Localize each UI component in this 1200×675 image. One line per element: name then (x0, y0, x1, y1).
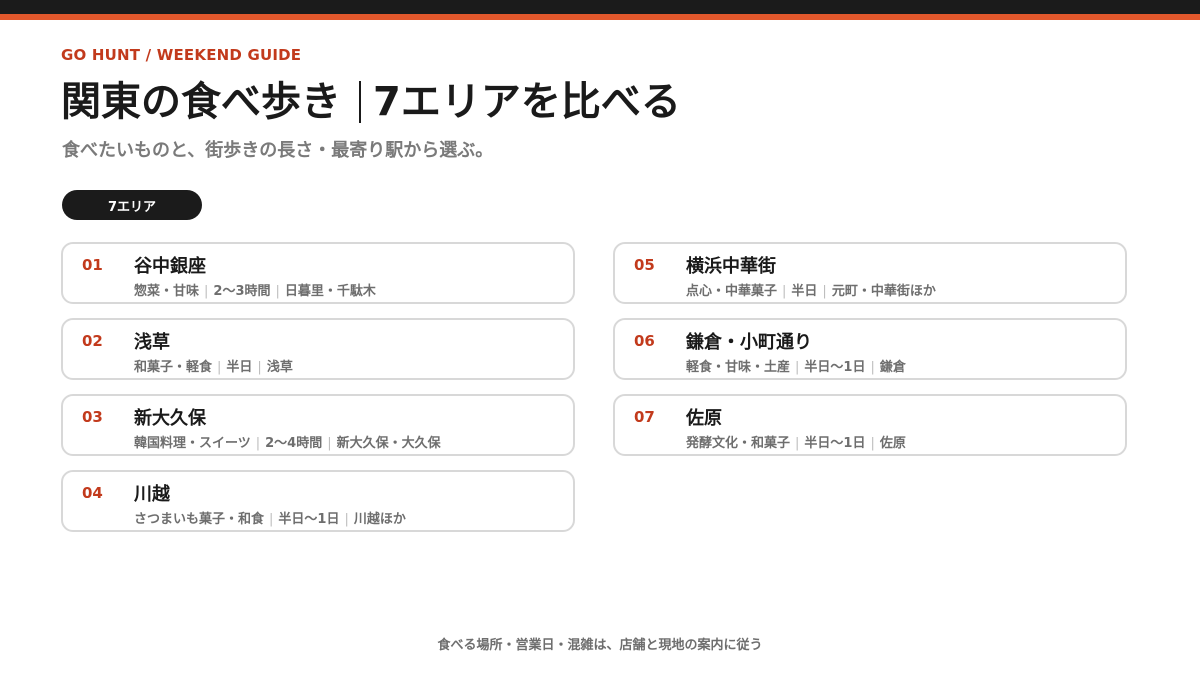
meta-separator: | (327, 436, 332, 451)
area-number: 03 (82, 408, 103, 426)
area-card-03[interactable]: 03 新大久保 韓国料理・スイーツ | 2〜4時間 | 新大久保・大久保 (61, 394, 575, 456)
top-bar (0, 0, 1200, 14)
area-duration: 半日〜1日 (278, 512, 340, 527)
area-name: 鎌倉・小町通り (686, 332, 812, 353)
area-meta: 惣菜・甘味 | 2〜3時間 | 日暮里・千駄木 (134, 280, 376, 299)
meta-separator: | (257, 360, 262, 375)
area-number: 01 (82, 256, 103, 274)
area-card-07[interactable]: 07 佐原 発酵文化・和菓子 | 半日〜1日 | 佐原 (613, 394, 1127, 456)
meta-separator: | (269, 512, 274, 527)
area-duration: 半日 (226, 360, 253, 375)
area-station: 鎌倉 (879, 360, 906, 375)
meta-separator: | (204, 284, 209, 299)
area-card-04[interactable]: 04 川越 さつまいも菓子・和食 | 半日〜1日 | 川越ほか (61, 470, 575, 532)
area-station: 浅草 (266, 360, 293, 375)
area-food: 発酵文化・和菓子 (686, 436, 791, 451)
title-main: 関東の食べ歩き (61, 79, 341, 125)
area-card-02[interactable]: 02 浅草 和菓子・軽食 | 半日 | 浅草 (61, 318, 575, 380)
pill-label: 7エリア (107, 199, 157, 215)
area-station: 元町・中華街ほか (831, 284, 936, 299)
area-station: 川越ほか (353, 512, 406, 527)
area-card-01[interactable]: 01 谷中銀座 惣菜・甘味 | 2〜3時間 | 日暮里・千駄木 (61, 242, 575, 304)
subtitle: 食べたいものと、街歩きの長さ・最寄り駅から選ぶ。 (62, 140, 494, 161)
area-duration: 半日〜1日 (804, 436, 866, 451)
area-station: 新大久保・大久保 (336, 436, 441, 451)
area-number: 06 (634, 332, 655, 350)
area-meta: 和菓子・軽食 | 半日 | 浅草 (134, 356, 293, 375)
area-duration: 2〜3時間 (213, 284, 271, 299)
area-duration: 2〜4時間 (265, 436, 323, 451)
area-meta: 点心・中華菓子 | 半日 | 元町・中華街ほか (686, 280, 936, 299)
meta-separator: | (870, 360, 875, 375)
area-count-pill: 7エリア (62, 190, 202, 220)
area-station: 佐原 (879, 436, 906, 451)
area-food: 軽食・甘味・土産 (686, 360, 791, 375)
title-sub: 7エリアを比べる (373, 79, 681, 125)
kicker: GO HUNT / WEEKEND GUIDE (61, 46, 302, 64)
area-meta: 軽食・甘味・土産 | 半日〜1日 | 鎌倉 (686, 356, 906, 375)
meta-separator: | (275, 284, 280, 299)
area-food: 点心・中華菓子 (686, 284, 778, 299)
page-title: 関東の食べ歩き 7エリアを比べる (61, 76, 681, 128)
area-number: 04 (82, 484, 103, 502)
meta-separator: | (217, 360, 222, 375)
area-name: 川越 (134, 484, 170, 505)
area-station: 日暮里・千駄木 (284, 284, 376, 299)
area-food: 惣菜・甘味 (134, 284, 200, 299)
area-name: 横浜中華街 (686, 256, 776, 277)
meta-separator: | (344, 512, 349, 527)
area-number: 02 (82, 332, 103, 350)
area-meta: 韓国料理・スイーツ | 2〜4時間 | 新大久保・大久保 (134, 432, 441, 451)
area-food: 韓国料理・スイーツ (134, 436, 251, 451)
meta-separator: | (870, 436, 875, 451)
top-accent-stripe (0, 14, 1200, 20)
area-number: 07 (634, 408, 655, 426)
title-divider (359, 81, 361, 123)
area-food: さつまいも菓子・和食 (134, 512, 265, 527)
meta-separator: | (795, 436, 800, 451)
area-name: 新大久保 (134, 408, 206, 429)
area-food: 和菓子・軽食 (134, 360, 213, 375)
meta-separator: | (255, 436, 261, 451)
area-name: 浅草 (134, 332, 170, 353)
area-duration: 半日〜1日 (804, 360, 866, 375)
area-name: 佐原 (686, 408, 722, 429)
footer-note: 食べる場所・営業日・混雑は、店舗と現地の案内に従う (437, 638, 763, 653)
area-duration: 半日 (791, 284, 818, 299)
area-card-05[interactable]: 05 横浜中華街 点心・中華菓子 | 半日 | 元町・中華街ほか (613, 242, 1127, 304)
area-meta: 発酵文化・和菓子 | 半日〜1日 | 佐原 (686, 432, 906, 451)
area-meta: さつまいも菓子・和食 | 半日〜1日 | 川越ほか (134, 508, 406, 527)
meta-separator: | (822, 284, 827, 299)
meta-separator: | (795, 360, 800, 375)
area-name: 谷中銀座 (134, 256, 206, 277)
area-number: 05 (634, 256, 655, 274)
meta-separator: | (782, 284, 787, 299)
area-card-06[interactable]: 06 鎌倉・小町通り 軽食・甘味・土産 | 半日〜1日 | 鎌倉 (613, 318, 1127, 380)
